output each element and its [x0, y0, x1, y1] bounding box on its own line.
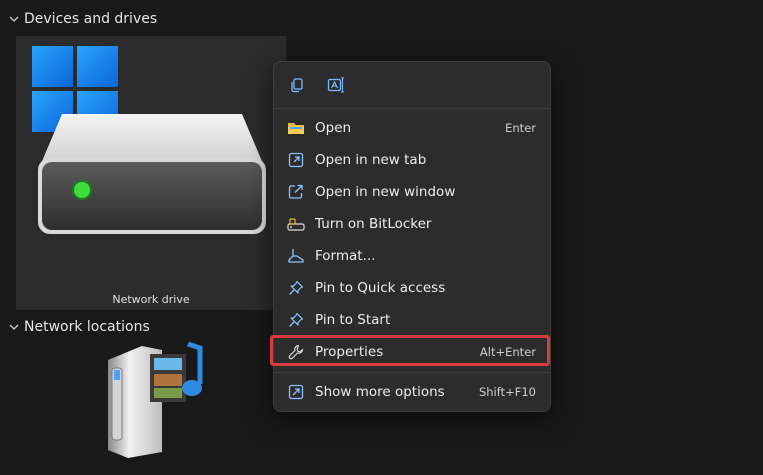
- menu-item-label: Pin to Quick access: [315, 280, 446, 296]
- menu-item-pin-to-quick-access[interactable]: Pin to Quick access: [274, 273, 550, 303]
- chevron-down-icon: [9, 16, 19, 22]
- menu-item-open[interactable]: Open Enter: [274, 113, 550, 143]
- properties-highlight: [270, 335, 550, 366]
- copy-button[interactable]: [286, 74, 308, 96]
- rename-button[interactable]: [325, 74, 347, 96]
- rename-icon: [327, 77, 344, 93]
- devices-and-drives-header[interactable]: Devices and drives: [8, 8, 157, 30]
- copy-icon: [291, 78, 303, 93]
- menu-item-label: Format...: [315, 248, 376, 264]
- section-title: Devices and drives: [24, 11, 158, 27]
- menu-item-label: Open: [315, 120, 352, 136]
- menu-item-open-in-new-window[interactable]: Open in new window: [274, 177, 550, 207]
- menu-item-format[interactable]: Format...: [274, 241, 550, 271]
- menu-divider: [274, 108, 550, 109]
- more-options-icon: [287, 383, 305, 401]
- menu-item-label: Turn on BitLocker: [315, 216, 432, 232]
- menu-item-open-in-new-tab[interactable]: Open in new tab: [274, 145, 550, 175]
- menu-item-label: Open in new window: [315, 184, 456, 200]
- menu-item-label: Pin to Start: [315, 312, 391, 328]
- led-indicator-icon: [72, 180, 92, 200]
- pin-icon: [287, 279, 305, 297]
- bitlocker-icon: [287, 215, 305, 233]
- network-drive-tile[interactable]: Network drive: [16, 36, 286, 310]
- menu-item-show-more-options[interactable]: Show more options Shift+F10: [274, 377, 550, 407]
- menu-item-shortcut: Enter: [505, 121, 536, 135]
- menu-item-label: Show more options: [315, 384, 445, 400]
- menu-item-shortcut: Shift+F10: [478, 385, 536, 399]
- menu-divider: [274, 372, 550, 373]
- menu-item-pin-to-start[interactable]: Pin to Start: [274, 305, 550, 335]
- menu-item-turn-on-bitlocker[interactable]: Turn on BitLocker: [274, 209, 550, 239]
- quick-actions-bar: [274, 62, 550, 108]
- section-title: Network locations: [24, 319, 150, 335]
- media-server-icon[interactable]: [104, 340, 216, 460]
- pin-icon: [287, 311, 305, 329]
- hard-drive-icon: [38, 114, 266, 234]
- menu-item-label: Open in new tab: [315, 152, 427, 168]
- chevron-down-icon: [9, 324, 19, 330]
- folder-icon: [287, 119, 305, 137]
- format-icon: [287, 247, 305, 265]
- drive-label: Network drive: [112, 293, 190, 306]
- new-tab-icon: [287, 151, 305, 169]
- new-window-icon: [287, 183, 305, 201]
- network-locations-header[interactable]: Network locations: [8, 316, 150, 338]
